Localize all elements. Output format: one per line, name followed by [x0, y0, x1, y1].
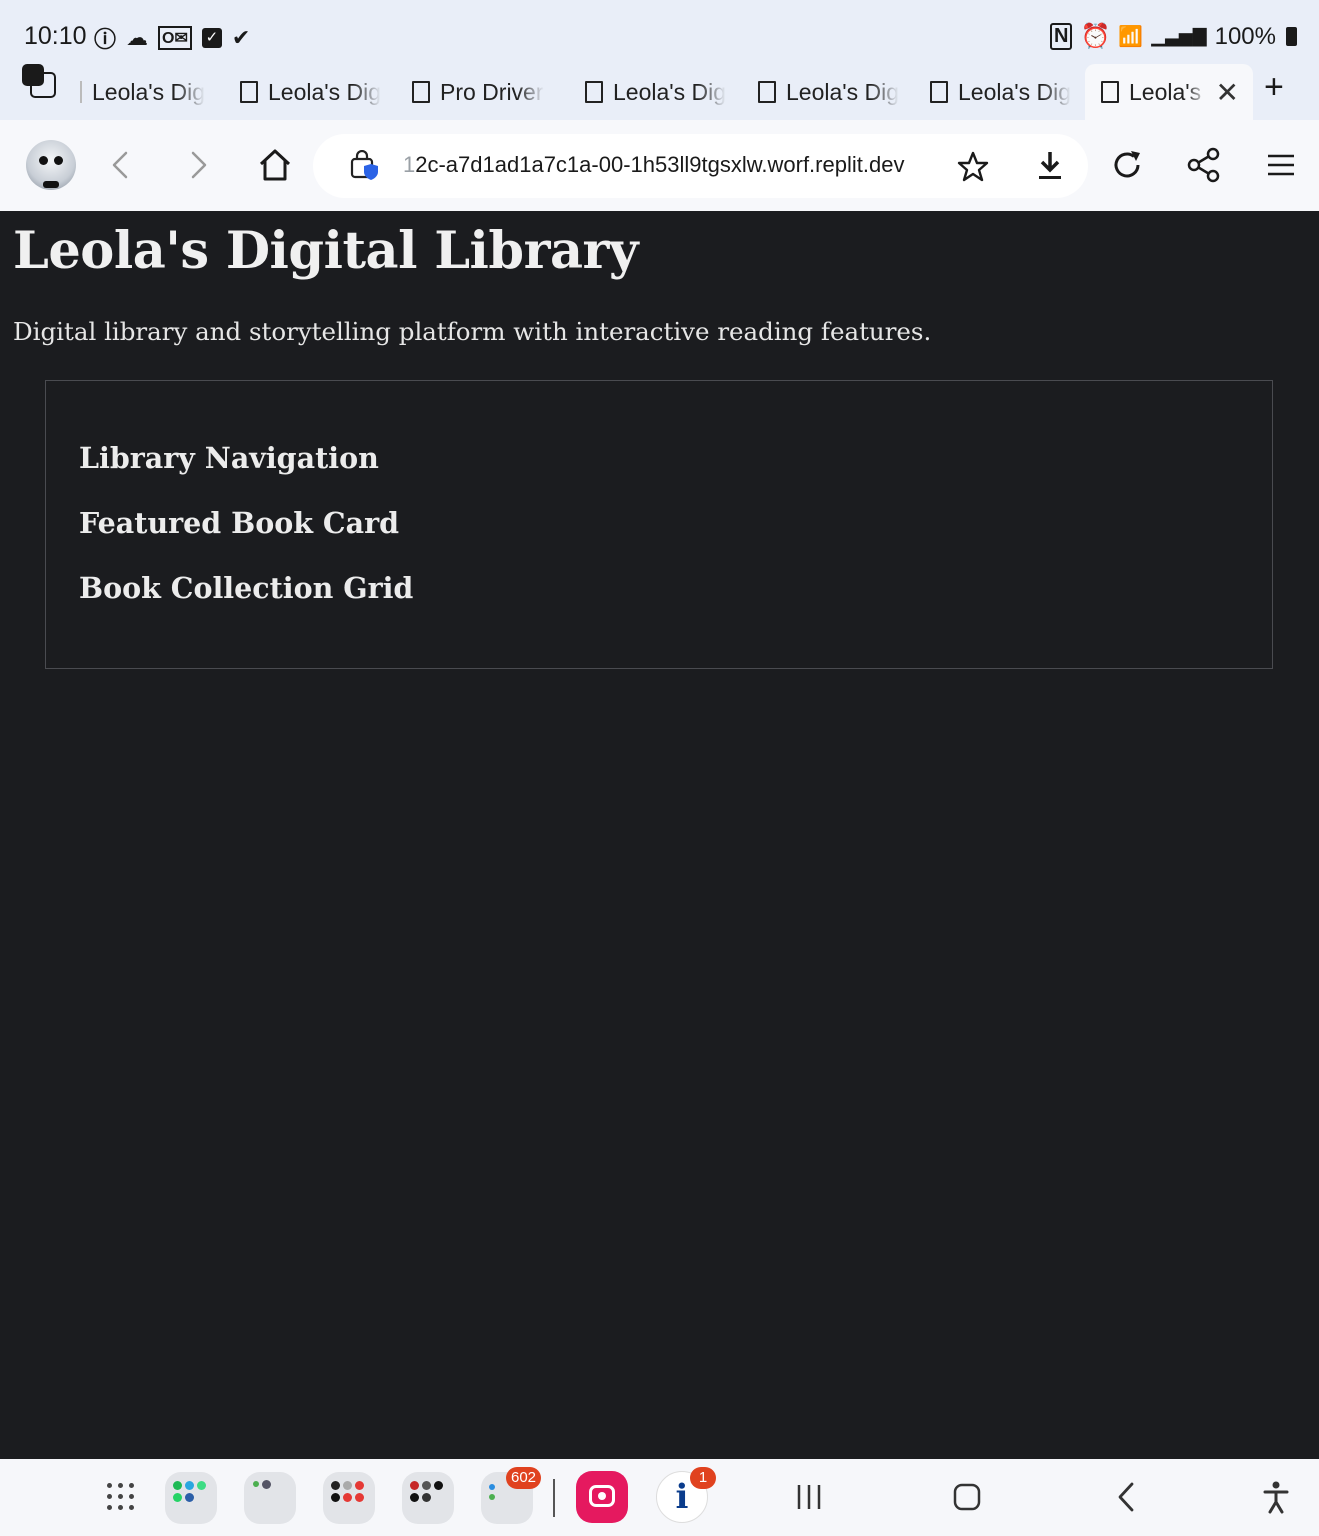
url-main: 2c-a7d1ad1a7c1a-00-1h53ll9tgsxlw.worf.re… — [415, 152, 905, 177]
tab-divider — [80, 81, 82, 103]
tab-4[interactable]: Leola's Dig — [758, 64, 930, 120]
tab-label: Leola's I — [1129, 78, 1206, 105]
web-page: Leola's Digital Library Digital library … — [0, 211, 1319, 1459]
bookmark-star-icon[interactable] — [956, 150, 990, 184]
status-time: 10:10 — [24, 22, 87, 50]
tab-0[interactable]: Leola's Dig — [80, 64, 252, 120]
section-book-collection-grid: Book Collection Grid — [79, 571, 414, 605]
tab-5[interactable]: Leola's Dig — [930, 64, 1102, 120]
camera-app-icon[interactable] — [576, 1471, 628, 1523]
tab-label: Leola's Dig — [786, 78, 900, 105]
status-bar: 10:10 ⓘ ☁ O✉ ✓ ✔ N ⏰ 📶 ▁▃▅▇ 100% — [0, 0, 1319, 64]
status-icons-right: N ⏰ 📶 ▁▃▅▇ 100% — [1049, 22, 1297, 51]
section-library-navigation: Library Navigation — [79, 441, 379, 475]
app-folder-3[interactable] — [323, 1472, 375, 1524]
home-nav-icon[interactable] — [952, 1477, 982, 1522]
address-bar[interactable]: 12c-a7d1ad1a7c1a-00-1h53ll9tgsxlw.worf.r… — [313, 134, 1088, 198]
page-description: Digital library and storytelling platfor… — [13, 317, 932, 346]
accessibility-icon[interactable] — [1261, 1477, 1291, 1522]
tab-label: Leola's Dig — [958, 78, 1072, 105]
document-icon — [412, 81, 430, 103]
info-notification-icon: ⓘ — [94, 27, 117, 53]
page-title: Leola's Digital Library — [13, 221, 639, 281]
document-icon — [585, 81, 603, 103]
tab-1[interactable]: Leola's Dig — [240, 64, 412, 120]
menu-icon[interactable] — [1261, 145, 1301, 185]
notification-badge: 602 — [506, 1467, 542, 1489]
back-nav-icon[interactable] — [1113, 1477, 1139, 1522]
reload-icon[interactable] — [1107, 145, 1147, 185]
tab-label: Leola's Dig — [613, 78, 727, 105]
status-icons-left: ⓘ ☁ O✉ ✓ ✔ — [94, 22, 250, 54]
outlook-icon: O✉ — [158, 26, 192, 50]
document-icon — [758, 81, 776, 103]
document-icon — [930, 81, 948, 103]
info-app-glyph: i — [675, 1477, 689, 1517]
tab-active[interactable]: Leola's I ✕ — [1085, 64, 1253, 120]
url-text[interactable]: 12c-a7d1ad1a7c1a-00-1h53ll9tgsxlw.worf.r… — [403, 152, 904, 178]
taskbar: 602 i 1 — [0, 1459, 1319, 1536]
download-icon[interactable] — [1033, 148, 1067, 184]
nfc-icon: N — [1049, 23, 1073, 50]
app-folder-2[interactable] — [244, 1472, 296, 1524]
new-tab-icon[interactable]: + — [1264, 68, 1284, 107]
cloud-icon: ☁ — [126, 25, 149, 50]
battery-icon — [1286, 27, 1297, 46]
tab-2[interactable]: Pro Driver — [412, 64, 584, 120]
app-drawer-icon[interactable] — [107, 1483, 135, 1511]
dock-divider — [553, 1479, 555, 1517]
tab-switcher-icon[interactable] — [22, 64, 58, 100]
battery-percentage: 100% — [1214, 22, 1276, 50]
browser-toolbar: 12c-a7d1ad1a7c1a-00-1h53ll9tgsxlw.worf.r… — [0, 120, 1319, 211]
checkbox-icon: ✓ — [201, 28, 222, 48]
profile-avatar[interactable] — [26, 140, 76, 190]
tab-label: Leola's Dig — [268, 78, 382, 105]
wifi-icon: 📶 — [1118, 26, 1144, 48]
document-icon — [1101, 81, 1119, 103]
notification-badge: 1 — [690, 1467, 716, 1489]
document-icon — [240, 81, 258, 103]
url-prefix: 1 — [403, 152, 416, 177]
close-tab-icon[interactable]: ✕ — [1216, 76, 1239, 109]
forward-icon[interactable] — [178, 145, 218, 185]
recent-apps-icon[interactable] — [795, 1477, 823, 1522]
app-folder-4[interactable] — [402, 1472, 454, 1524]
check-icon: ✔ — [231, 25, 251, 50]
section-featured-book-card: Featured Book Card — [79, 506, 400, 540]
sections-panel: Library Navigation Featured Book Card Bo… — [45, 380, 1273, 669]
back-icon[interactable] — [101, 145, 141, 185]
share-icon[interactable] — [1184, 145, 1224, 185]
tab-label: Leola's Dig — [92, 78, 206, 105]
app-folder-1[interactable] — [165, 1472, 217, 1524]
tab-label: Pro Driver — [440, 78, 544, 105]
alarm-icon: ⏰ — [1080, 23, 1111, 50]
tab-strip: Leola's Dig Leola's Dig Pro Driver Leola… — [0, 64, 1319, 120]
home-icon[interactable] — [255, 145, 295, 185]
tracking-protection-icon[interactable] — [349, 149, 381, 182]
tab-3[interactable]: Leola's Dig — [585, 64, 757, 120]
signal-icon: ▁▃▅▇ — [1151, 26, 1207, 46]
